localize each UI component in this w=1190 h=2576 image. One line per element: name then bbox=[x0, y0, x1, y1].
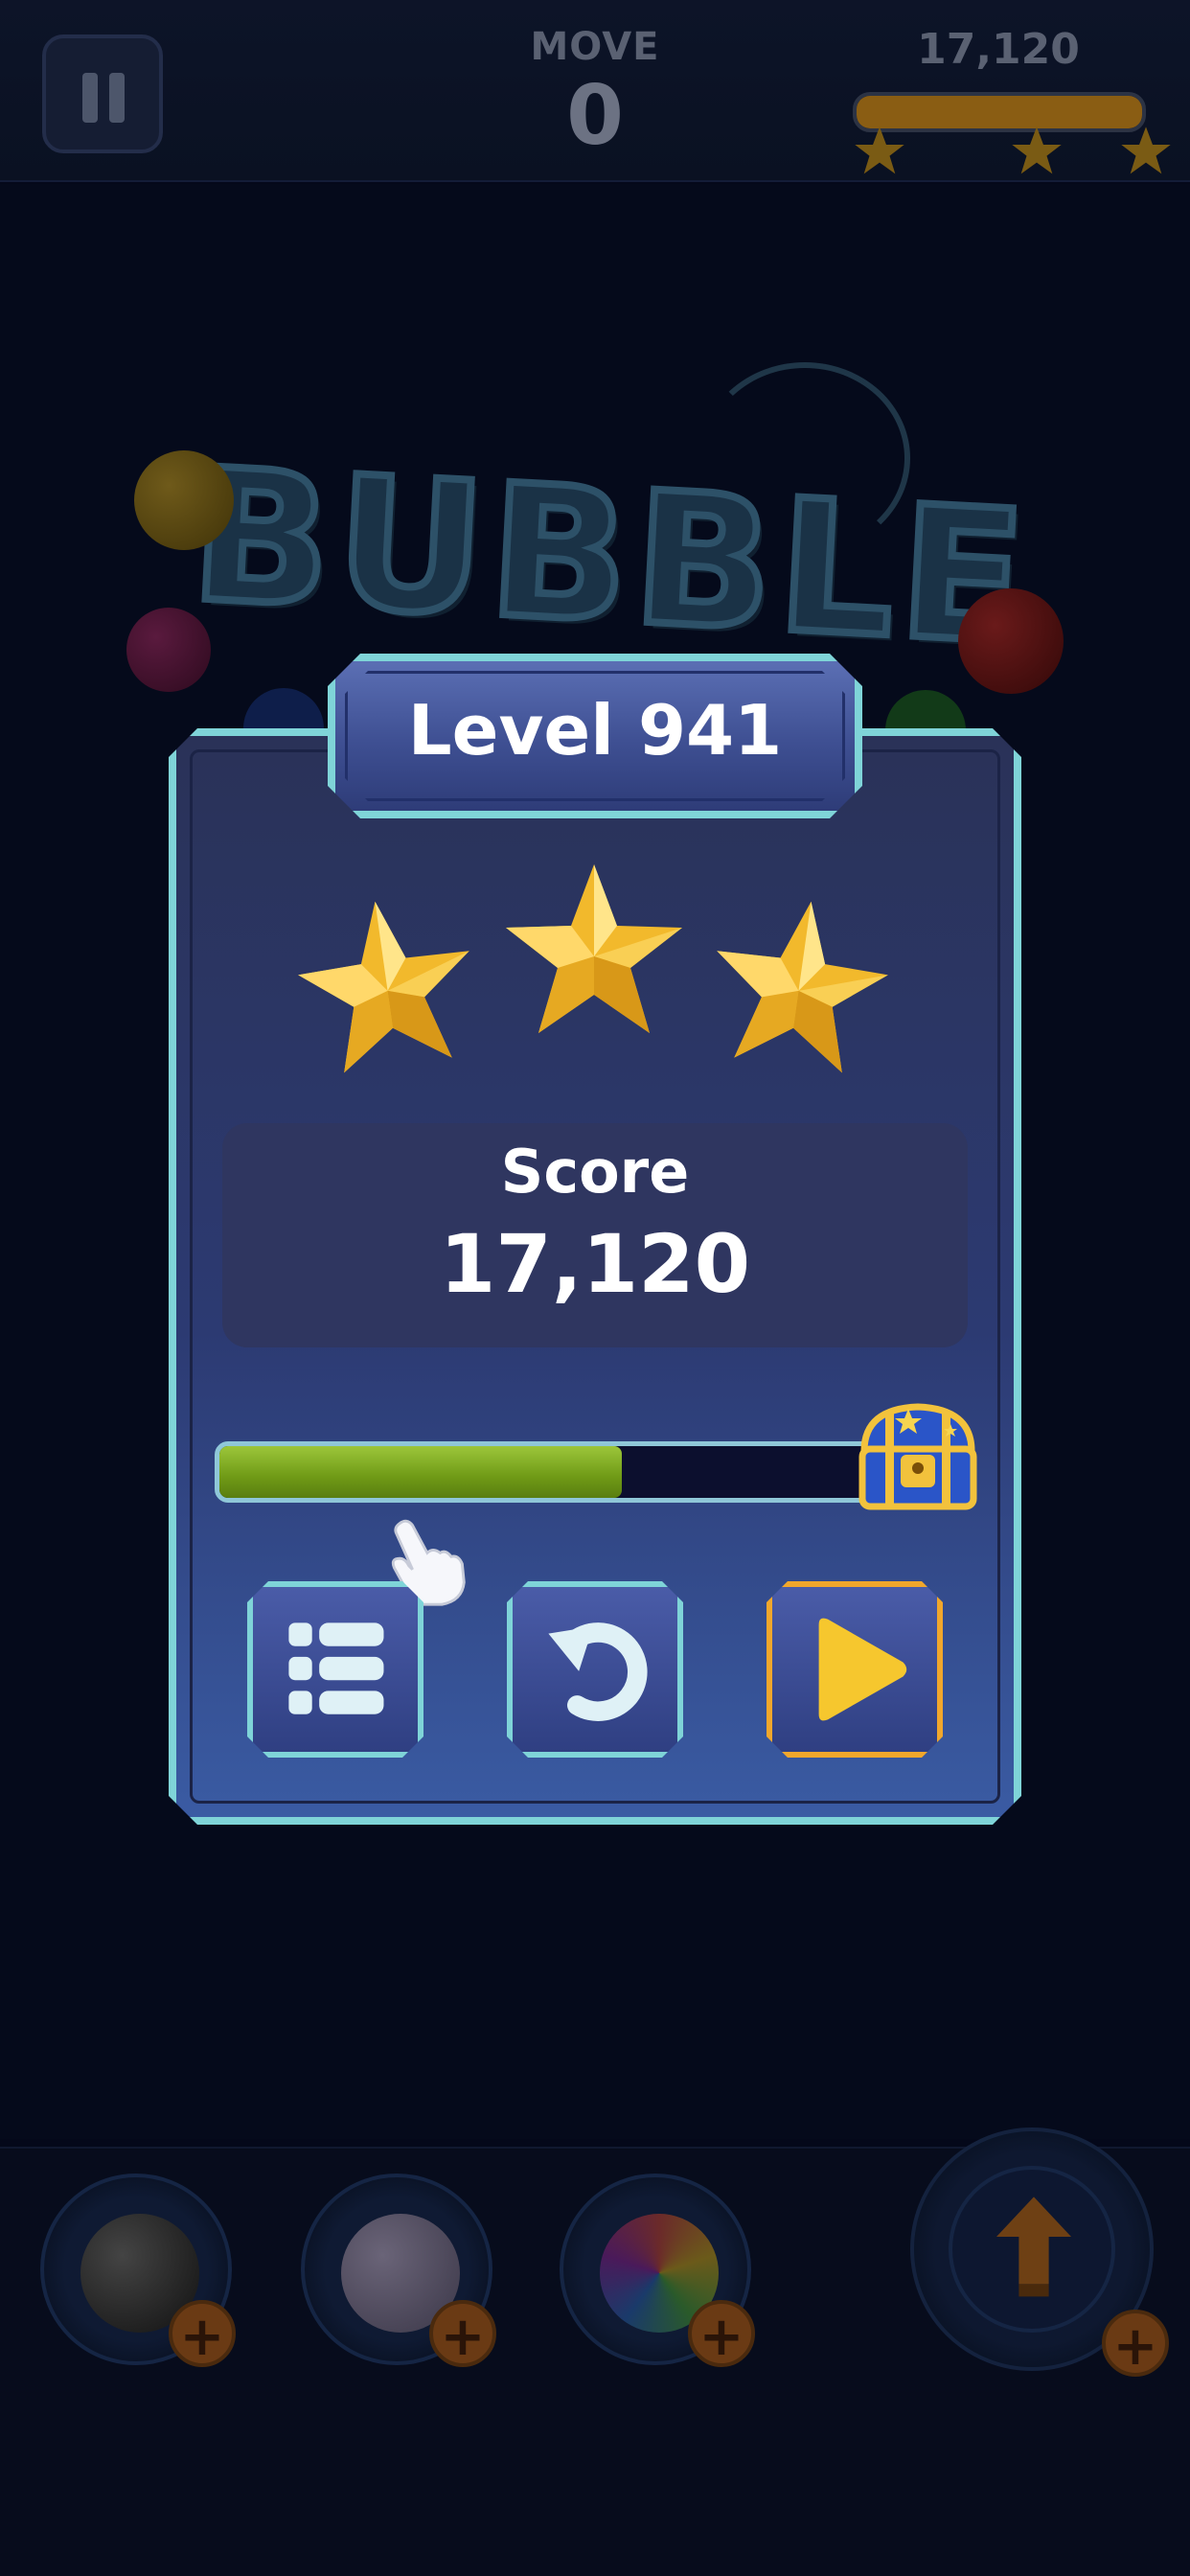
play-icon bbox=[772, 1587, 937, 1752]
bubble bbox=[134, 450, 234, 550]
game-logo: BUBBLE bbox=[183, 426, 1040, 689]
add-booster-button[interactable]: + bbox=[169, 2300, 236, 2368]
add-booster-button[interactable]: + bbox=[688, 2300, 755, 2368]
level-list-button[interactable] bbox=[247, 1581, 423, 1758]
top-hud: MOVE 0 17,120 bbox=[0, 0, 1190, 182]
next-level-button[interactable] bbox=[767, 1581, 943, 1758]
rocket-icon bbox=[996, 2196, 1071, 2297]
move-counter: 0 bbox=[566, 68, 624, 164]
bubble bbox=[958, 588, 1064, 694]
add-booster-button[interactable]: + bbox=[1102, 2310, 1169, 2378]
bubble bbox=[126, 608, 211, 692]
treasure-chest-icon[interactable] bbox=[851, 1395, 985, 1520]
booster-rocket[interactable]: + bbox=[910, 2128, 1169, 2378]
booster-rainbow[interactable]: + bbox=[560, 2174, 755, 2368]
hud-score: 17,120 bbox=[917, 25, 1080, 74]
hud-star-icon bbox=[1010, 125, 1064, 178]
hud-star-icon bbox=[853, 125, 906, 178]
star-icon bbox=[281, 879, 493, 1094]
star-icon bbox=[693, 879, 905, 1094]
list-icon bbox=[253, 1587, 418, 1752]
score-label: Score bbox=[500, 1137, 690, 1207]
level-title: Level 941 bbox=[407, 690, 783, 770]
chest-progress-bar bbox=[215, 1441, 895, 1503]
retry-button[interactable] bbox=[507, 1581, 683, 1758]
retry-icon bbox=[513, 1587, 677, 1752]
star-icon bbox=[498, 857, 690, 1048]
pause-icon bbox=[82, 73, 98, 123]
add-booster-button[interactable]: + bbox=[429, 2300, 496, 2368]
booster-bomb[interactable]: + bbox=[40, 2174, 236, 2368]
hud-star-icon bbox=[1119, 125, 1173, 178]
booster-lightning[interactable]: + bbox=[301, 2174, 496, 2368]
pause-button[interactable] bbox=[42, 34, 163, 153]
score-value: 17,120 bbox=[439, 1217, 751, 1311]
move-label: MOVE bbox=[530, 25, 660, 69]
